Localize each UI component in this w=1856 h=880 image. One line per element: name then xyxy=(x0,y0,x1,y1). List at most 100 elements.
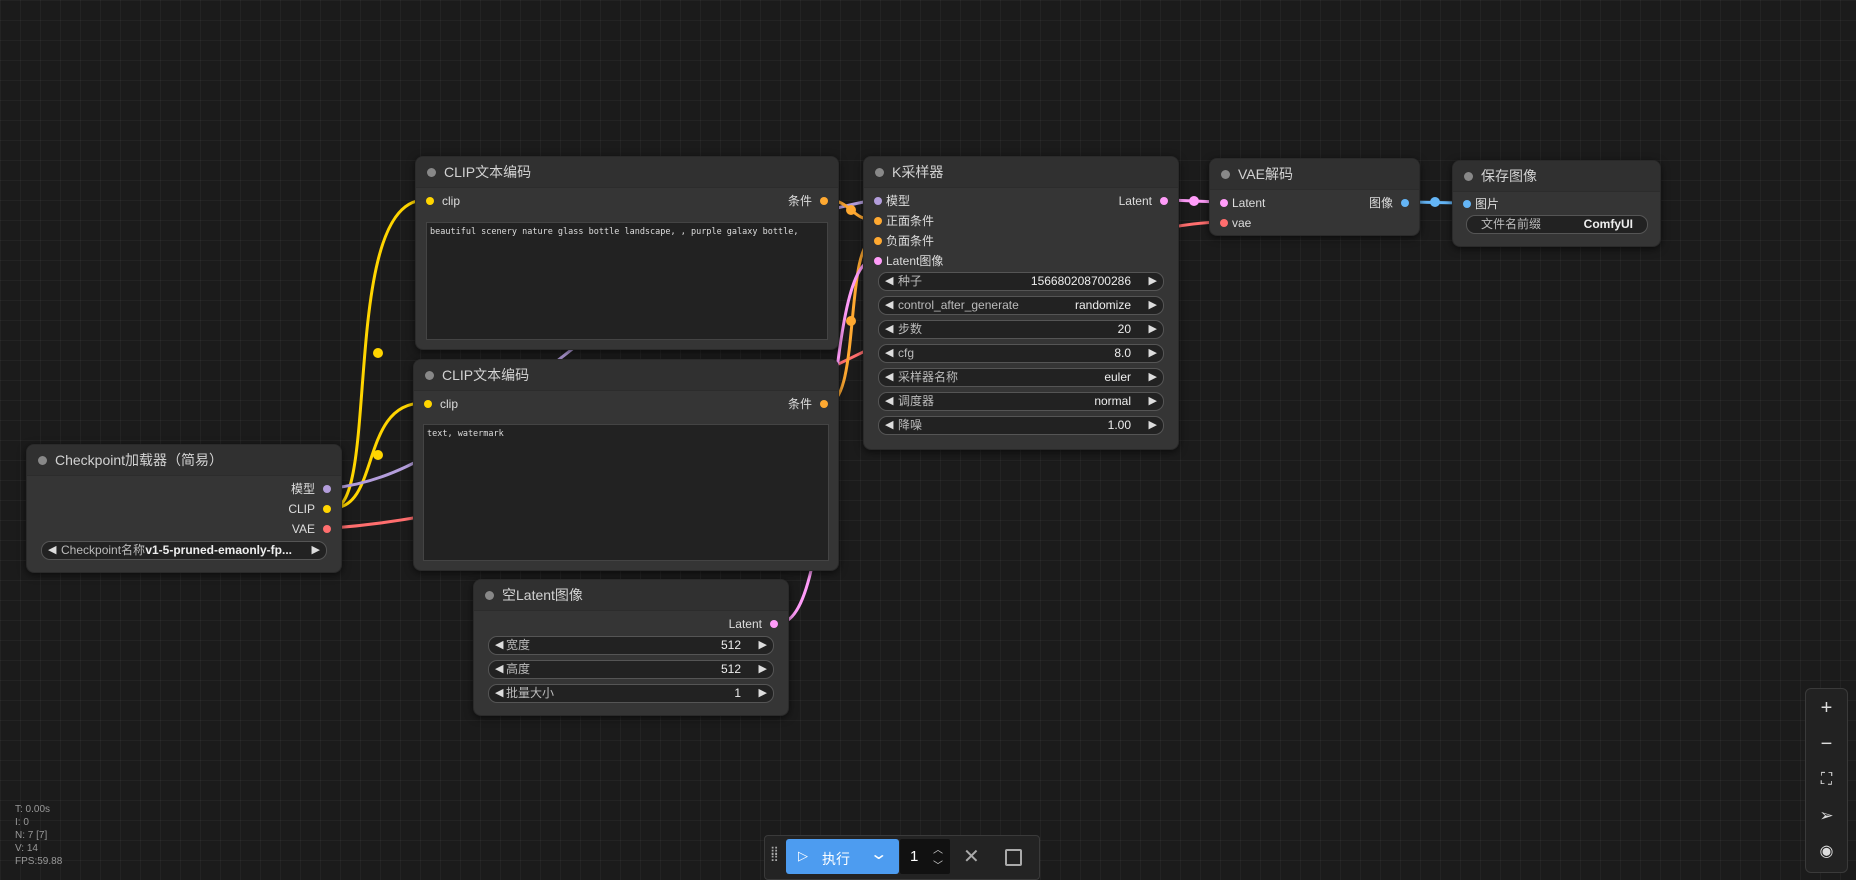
output-slot-conditioning[interactable]: 条件 xyxy=(788,193,828,209)
decrement-arrow-icon[interactable]: ◀ xyxy=(885,297,893,314)
increment-arrow-icon[interactable]: ▶ xyxy=(759,661,767,678)
cfg-widget[interactable]: ◀ cfg 8.0 ▶ xyxy=(878,344,1164,363)
latent-input-dot[interactable] xyxy=(874,257,882,265)
output-slot-latent[interactable]: Latent xyxy=(1119,193,1168,209)
input-slot-latent-image[interactable]: Latent图像 xyxy=(874,253,943,269)
output-slot-model[interactable]: 模型 xyxy=(291,481,331,497)
increment-arrow-icon[interactable]: ▶ xyxy=(1149,273,1157,290)
decrement-arrow-icon[interactable]: ◀ xyxy=(885,369,893,386)
collapse-dot[interactable] xyxy=(875,168,884,177)
decrement-arrow-icon[interactable]: ◀ xyxy=(495,661,503,678)
input-slot-clip[interactable]: clip xyxy=(424,396,458,412)
increment-arrow-icon[interactable]: ▶ xyxy=(759,637,767,654)
stop-icon[interactable] xyxy=(1005,849,1022,866)
collapse-dot[interactable] xyxy=(425,371,434,380)
node-title-bar[interactable]: K采样器 xyxy=(864,157,1178,188)
node-title-bar[interactable]: 保存图像 xyxy=(1453,161,1660,192)
width-widget[interactable]: ◀ 宽度 512 ▶ xyxy=(488,636,774,655)
node-title-bar[interactable]: 空Latent图像 xyxy=(474,580,788,611)
decrement-icon[interactable]: ﹀ xyxy=(933,857,943,872)
decrement-arrow-icon[interactable]: ◀ xyxy=(885,273,893,290)
increment-arrow-icon[interactable]: ▶ xyxy=(1149,321,1157,338)
checkpoint-name-combo[interactable]: ◀ Checkpoint名称 v1-5-pruned-emaonly-fp...… xyxy=(41,541,327,560)
decrement-arrow-icon[interactable]: ◀ xyxy=(885,417,893,434)
input-slot-clip[interactable]: clip xyxy=(426,193,460,209)
eye-icon[interactable]: ◉ xyxy=(1806,835,1847,869)
input-slot-latent[interactable]: Latent xyxy=(1220,195,1265,211)
save-image-node[interactable]: 保存图像 图片 文件名前缀 ComfyUI xyxy=(1452,160,1661,247)
navigate-icon[interactable]: ➢ xyxy=(1806,799,1847,833)
clip-output-dot[interactable] xyxy=(323,505,331,513)
empty-latent-image-node[interactable]: 空Latent图像 Latent ◀ 宽度 512 ▶ ◀ 高度 512 ▶ ◀ 批量大小 1 ▶ xyxy=(473,579,789,716)
output-slot-conditioning[interactable]: 条件 xyxy=(788,396,828,412)
negative-input-dot[interactable] xyxy=(874,237,882,245)
clip-input-dot[interactable] xyxy=(424,400,432,408)
prompt-textarea[interactable]: beautiful scenery nature glass bottle la… xyxy=(426,222,828,340)
increment-arrow-icon[interactable]: ▶ xyxy=(1149,417,1157,434)
vae-output-dot[interactable] xyxy=(323,525,331,533)
scheduler-widget[interactable]: ◀ 调度器 normal ▶ xyxy=(878,392,1164,411)
run-button[interactable]: ▷ 执行 ⌄ xyxy=(786,839,899,874)
conditioning-output-dot[interactable] xyxy=(820,197,828,205)
denoise-widget[interactable]: ◀ 降噪 1.00 ▶ xyxy=(878,416,1164,435)
prompt-textarea[interactable]: text, watermark xyxy=(423,424,829,561)
ksampler-node[interactable]: K采样器 模型 正面条件 负面条件 Latent图像 Latent ◀ 种子 156… xyxy=(863,156,1179,450)
output-slot-image[interactable]: 图像 xyxy=(1369,195,1409,211)
decrement-arrow-icon[interactable]: ◀ xyxy=(48,542,56,559)
vae-decode-node[interactable]: VAE解码 Latent vae 图像 xyxy=(1209,158,1420,236)
output-slot-clip[interactable]: CLIP xyxy=(288,501,331,517)
drag-handle-icon[interactable]: ⠿ ⠿ xyxy=(770,846,779,865)
seed-widget[interactable]: ◀ 种子 156680208700286 ▶ xyxy=(878,272,1164,291)
plus-icon[interactable]: + xyxy=(1806,691,1847,725)
increment-arrow-icon[interactable]: ▶ xyxy=(312,542,320,559)
image-input-dot[interactable] xyxy=(1463,200,1471,208)
input-slot-negative[interactable]: 负面条件 xyxy=(874,233,934,249)
fit-view-icon[interactable]: ⛶ xyxy=(1806,763,1847,797)
increment-arrow-icon[interactable]: ▶ xyxy=(1149,369,1157,386)
batch-count-input[interactable]: 1 ︿ ﹀ xyxy=(900,839,950,874)
batch-size-widget[interactable]: ◀ 批量大小 1 ▶ xyxy=(488,684,774,703)
collapse-dot[interactable] xyxy=(485,591,494,600)
checkpoint-loader-node[interactable]: Checkpoint加载器（简易） 模型 CLIP VAE ◀ Checkpoi… xyxy=(26,444,342,573)
filename-prefix-widget[interactable]: 文件名前缀 ComfyUI xyxy=(1466,215,1648,234)
increment-arrow-icon[interactable]: ▶ xyxy=(1149,297,1157,314)
decrement-arrow-icon[interactable]: ◀ xyxy=(495,637,503,654)
node-title-bar[interactable]: CLIP文本编码 xyxy=(414,360,838,391)
steps-widget[interactable]: ◀ 步数 20 ▶ xyxy=(878,320,1164,339)
image-output-dot[interactable] xyxy=(1401,199,1409,207)
input-slot-vae[interactable]: vae xyxy=(1220,215,1251,231)
increment-arrow-icon[interactable]: ▶ xyxy=(759,685,767,702)
minus-icon[interactable]: − xyxy=(1806,727,1847,761)
chevron-down-icon[interactable]: ⌄ xyxy=(869,844,888,864)
increment-arrow-icon[interactable]: ▶ xyxy=(1149,393,1157,410)
decrement-arrow-icon[interactable]: ◀ xyxy=(885,393,893,410)
input-slot-images[interactable]: 图片 xyxy=(1463,196,1499,212)
decrement-arrow-icon[interactable]: ◀ xyxy=(885,321,893,338)
output-slot-vae[interactable]: VAE xyxy=(292,521,331,537)
latent-output-dot[interactable] xyxy=(1160,197,1168,205)
node-title-bar[interactable]: CLIP文本编码 xyxy=(416,157,838,188)
output-slot-latent[interactable]: Latent xyxy=(729,616,778,632)
collapse-dot[interactable] xyxy=(1464,172,1473,181)
decrement-arrow-icon[interactable]: ◀ xyxy=(495,685,503,702)
node-title-bar[interactable]: Checkpoint加载器（简易） xyxy=(27,445,341,476)
cancel-icon[interactable]: ✕ xyxy=(963,844,980,869)
vae-input-dot[interactable] xyxy=(1220,219,1228,227)
latent-input-dot[interactable] xyxy=(1220,199,1228,207)
increment-icon[interactable]: ︿ xyxy=(933,841,943,856)
control-after-generate-widget[interactable]: ◀ control_after_generate randomize ▶ xyxy=(878,296,1164,315)
positive-input-dot[interactable] xyxy=(874,217,882,225)
conditioning-output-dot[interactable] xyxy=(820,400,828,408)
collapse-dot[interactable] xyxy=(38,456,47,465)
model-input-dot[interactable] xyxy=(874,197,882,205)
input-slot-positive[interactable]: 正面条件 xyxy=(874,213,934,229)
latent-output-dot[interactable] xyxy=(770,620,778,628)
input-slot-model[interactable]: 模型 xyxy=(874,193,910,209)
clip-text-encode-negative-node[interactable]: CLIP文本编码 clip 条件 text, watermark xyxy=(413,359,839,571)
height-widget[interactable]: ◀ 高度 512 ▶ xyxy=(488,660,774,679)
collapse-dot[interactable] xyxy=(427,168,436,177)
model-output-dot[interactable] xyxy=(323,485,331,493)
sampler-name-widget[interactable]: ◀ 采样器名称 euler ▶ xyxy=(878,368,1164,387)
node-title-bar[interactable]: VAE解码 xyxy=(1210,159,1419,190)
increment-arrow-icon[interactable]: ▶ xyxy=(1149,345,1157,362)
